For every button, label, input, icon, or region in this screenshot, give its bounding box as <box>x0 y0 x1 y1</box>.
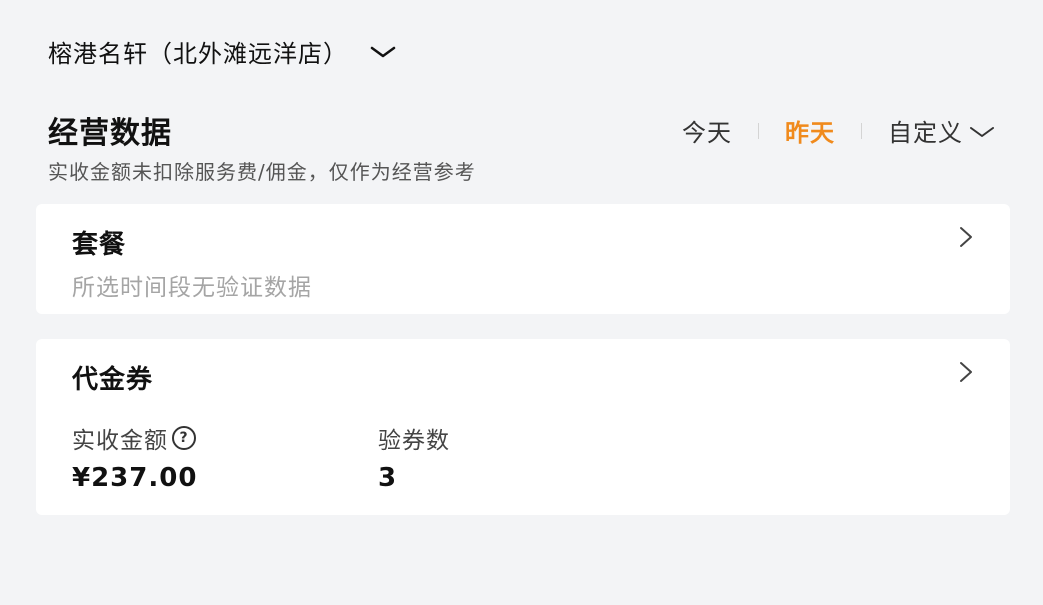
package-card[interactable]: 套餐 所选时间段无验证数据 <box>36 204 1010 314</box>
store-selector[interactable]: 榕港名轩（北外滩远洋店） <box>48 34 396 69</box>
metric-count-value: 3 <box>378 463 398 493</box>
chevron-down-icon <box>969 117 995 145</box>
tab-custom[interactable]: 自定义 <box>888 113 995 148</box>
tab-divider <box>861 122 862 139</box>
chevron-right-icon[interactable] <box>958 226 974 252</box>
card-title: 套餐 <box>72 230 127 260</box>
metric-revenue-label: 实收金额 ? <box>72 421 196 455</box>
tab-yesterday[interactable]: 昨天 <box>785 113 835 148</box>
metric-label-text: 实收金额 <box>72 428 168 454</box>
card-title: 代金券 <box>72 365 154 395</box>
tab-custom-label: 自定义 <box>888 119 963 147</box>
chevron-right-icon[interactable] <box>958 361 974 387</box>
empty-state-text: 所选时间段无验证数据 <box>72 275 312 301</box>
page-title: 经营数据 <box>48 116 172 151</box>
voucher-card[interactable]: 代金券 实收金额 ? ¥237.00 验券数 3 <box>36 339 1010 515</box>
store-name: 榕港名轩（北外滩远洋店） <box>48 40 348 68</box>
metric-count-label: 验券数 <box>378 421 450 455</box>
page-subtitle: 实收金额未扣除服务费/佣金，仅作为经营参考 <box>48 160 476 184</box>
tab-today[interactable]: 今天 <box>682 113 732 148</box>
tab-divider <box>758 122 759 139</box>
metric-label-text: 验券数 <box>378 428 450 454</box>
date-tabs: 今天 昨天 自定义 <box>682 113 995 148</box>
metric-revenue-value: ¥237.00 <box>72 463 198 493</box>
chevron-down-icon[interactable] <box>370 45 396 59</box>
question-circle-icon[interactable]: ? <box>172 426 196 450</box>
